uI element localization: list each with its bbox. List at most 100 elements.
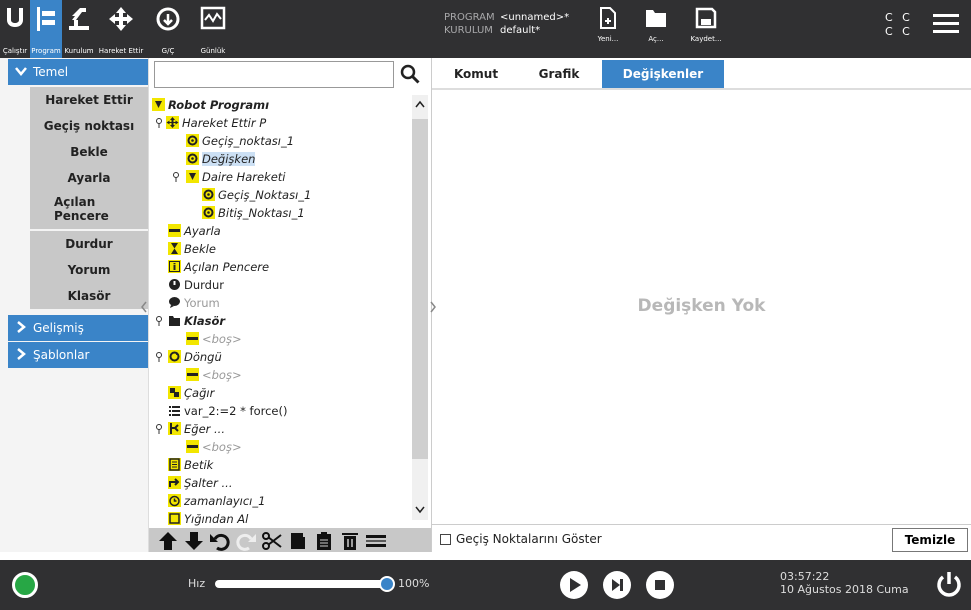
expand-icon[interactable] (155, 424, 163, 434)
installation-tab[interactable]: Kurulum (62, 0, 96, 58)
sidebar-item-set[interactable]: Ayarla (30, 165, 148, 191)
sidebar-item-comment[interactable]: Yorum (30, 257, 148, 283)
tree-node[interactable]: Klasör (168, 312, 225, 330)
category-templates[interactable]: Şablonlar (8, 342, 148, 368)
io-tab[interactable]: G/Ç (146, 0, 190, 58)
tree-node-label: Yorum (184, 296, 220, 310)
tree-node[interactable]: Geçiş_Noktası_1 (202, 186, 311, 204)
tree-node[interactable]: Yığından Al (168, 510, 248, 528)
tree-node[interactable]: Eğer ... (168, 420, 225, 438)
tree-node-selected[interactable]: Değişken (186, 150, 256, 168)
robot-status-icon[interactable] (12, 572, 38, 598)
tree-scrollbar[interactable] (412, 95, 428, 520)
category-basic[interactable]: Temel (8, 59, 148, 85)
tree-node-label: <boş> (202, 368, 242, 382)
expand-icon[interactable] (155, 352, 163, 362)
tree-node[interactable]: Şalter ... (168, 474, 232, 492)
tree-node[interactable]: Robot Programı (152, 96, 269, 114)
chevron-down-icon (15, 67, 27, 76)
paste-icon[interactable] (313, 531, 335, 551)
search-icon[interactable] (399, 63, 421, 85)
popup-icon (168, 260, 181, 273)
call-icon (168, 386, 181, 399)
move-up-icon[interactable] (157, 531, 179, 551)
tree-node[interactable]: Hareket Ettir P (166, 114, 266, 132)
tree-node[interactable]: var_2:=2 * force() (168, 402, 287, 420)
run-tab-label: Çalıştır (2, 47, 28, 55)
tab-command[interactable]: Komut (446, 60, 506, 88)
datetime-display: 03:57:22 10 Ağustos 2018 Cuma (780, 570, 909, 596)
tab-graphics[interactable]: Grafik (520, 60, 598, 88)
run-tab[interactable]: Çalıştır (0, 0, 30, 58)
hourglass-icon (168, 242, 181, 255)
tree-node[interactable]: <boş> (186, 366, 242, 384)
program-tab[interactable]: Program (30, 0, 62, 58)
control-indicator: C C C C (885, 11, 913, 39)
show-waypoints-checkbox[interactable] (440, 534, 451, 545)
collapse-left-icon[interactable] (140, 300, 148, 314)
tree-node[interactable]: Ayarla (168, 222, 221, 240)
sidebar-item-move[interactable]: Hareket Ettir (30, 87, 148, 113)
stop-icon (168, 278, 181, 291)
sidebar-item-popup[interactable]: Açılan Pencere (30, 191, 148, 229)
tab-variables[interactable]: Değişkenler (602, 60, 724, 88)
tree-node[interactable]: Yorum (168, 294, 220, 312)
search-input[interactable] (154, 61, 394, 88)
expand-icon[interactable] (172, 172, 180, 182)
tree-node-label: Şalter ... (184, 476, 233, 490)
command-sidebar: Temel Hareket Ettir Geçiş noktası Bekle … (0, 58, 148, 552)
sidebar-item-wait[interactable]: Bekle (30, 139, 148, 165)
tree-node[interactable]: zamanlayıcı_1 (168, 492, 265, 510)
sidebar-item-folder[interactable]: Klasör (30, 283, 148, 309)
speed-slider[interactable] (215, 580, 387, 588)
tree-node-label: <boş> (202, 440, 242, 454)
tree-node[interactable]: Çağır (168, 384, 214, 402)
chevron-right-icon (17, 321, 26, 333)
save-button[interactable]: Kaydet... (688, 4, 724, 50)
open-button-label: Aç... (648, 35, 664, 43)
scroll-thumb[interactable] (412, 119, 428, 459)
tree-node[interactable]: Geçiş_noktası_1 (186, 132, 294, 150)
speed-slider-knob[interactable] (379, 576, 395, 592)
undo-icon[interactable] (209, 531, 231, 551)
menu-icon[interactable] (933, 14, 959, 34)
new-file-icon (600, 7, 616, 29)
open-button[interactable]: Aç... (638, 4, 674, 50)
tree-node[interactable]: Bekle (168, 240, 216, 258)
stop-button[interactable] (646, 571, 674, 599)
category-advanced[interactable]: Gelişmiş (8, 315, 148, 341)
installation-key: KURULUM (444, 25, 493, 36)
move-icon (109, 7, 133, 31)
move-down-icon[interactable] (183, 531, 205, 551)
suppress-icon[interactable] (365, 531, 387, 551)
sidebar-item-halt[interactable]: Durdur (30, 231, 148, 257)
tree-node[interactable]: Döngü (168, 348, 222, 366)
tree-node[interactable]: Açılan Pencere (168, 258, 269, 276)
play-button[interactable] (560, 571, 588, 599)
tree-node[interactable]: Daire Hareketi (186, 168, 286, 186)
redo-icon[interactable] (235, 531, 257, 551)
tree-node[interactable]: Durdur (168, 276, 224, 294)
step-button[interactable] (603, 571, 631, 599)
tree-node[interactable]: Betik (168, 456, 213, 474)
new-button[interactable]: Yeni... (590, 4, 626, 50)
copy-icon[interactable] (287, 531, 309, 551)
installation-icon (69, 8, 89, 30)
expand-icon[interactable] (155, 316, 163, 326)
scroll-down-icon[interactable] (414, 505, 426, 515)
sidebar-item-waypoint[interactable]: Geçiş noktası (30, 113, 148, 139)
show-waypoints-label: Geçiş Noktalarını Göster (456, 532, 602, 546)
tree-node[interactable]: <boş> (186, 330, 242, 348)
cut-icon[interactable] (261, 531, 283, 551)
log-tab[interactable]: Günlük (190, 0, 236, 58)
move-tab[interactable]: Hareket Ettir (96, 0, 146, 58)
tree-node[interactable]: Bitiş_Noktası_1 (202, 204, 305, 222)
clear-button[interactable]: Temizle (892, 528, 968, 552)
tree-node[interactable]: <boş> (186, 438, 242, 456)
delete-icon[interactable] (339, 531, 361, 551)
tab-divider (432, 88, 971, 90)
scroll-up-icon[interactable] (414, 99, 426, 109)
tree-node-label: Robot Programı (168, 98, 270, 112)
power-icon[interactable] (935, 570, 963, 600)
expand-icon[interactable] (155, 118, 163, 128)
